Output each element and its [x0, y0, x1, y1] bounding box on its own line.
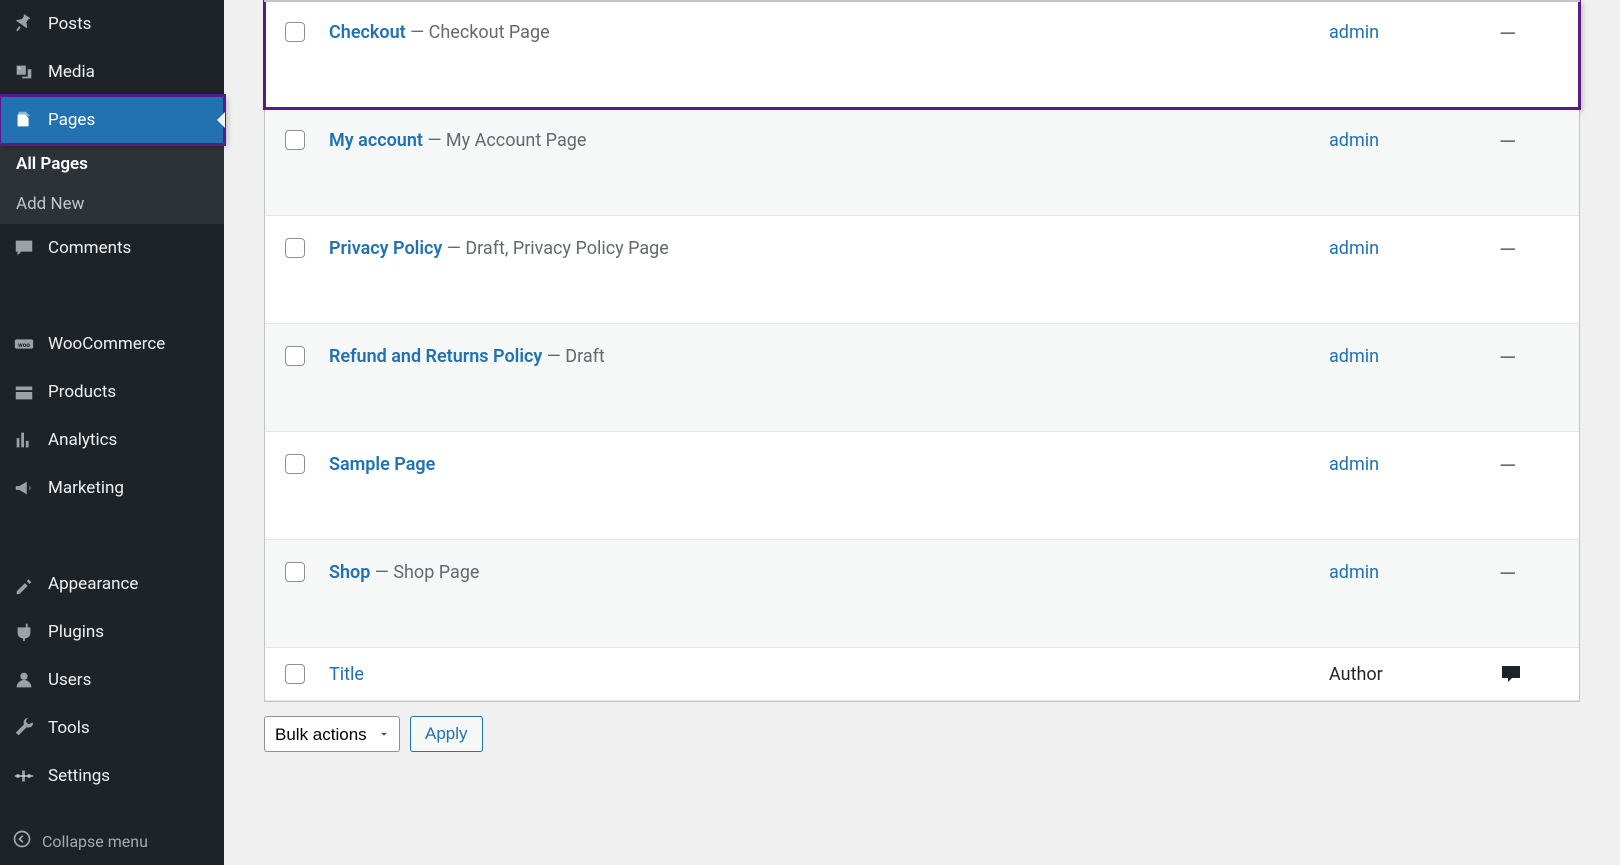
comments-dash: —	[1499, 22, 1516, 47]
sidebar-label: Appearance	[48, 574, 138, 594]
sidebar-label: Plugins	[48, 622, 104, 642]
sidebar-item-comments[interactable]: Comments	[0, 224, 224, 272]
sidebar-label: Products	[48, 382, 116, 402]
comments-dash: —	[1499, 346, 1516, 371]
table-row[interactable]: Refund and Returns Policy — Draft admin …	[265, 324, 1579, 432]
sidebar-label: WooCommerce	[48, 334, 165, 354]
row-checkbox[interactable]	[285, 454, 305, 474]
comments-dash: —	[1499, 562, 1516, 587]
admin-sidebar: Posts Media Pages All Pages Add New Comm…	[0, 0, 224, 865]
woocommerce-icon: woo	[12, 332, 36, 356]
users-icon	[12, 668, 36, 692]
sidebar-item-plugins[interactable]: Plugins	[0, 608, 224, 656]
sidebar-item-settings[interactable]: Settings	[0, 752, 224, 800]
sidebar-item-marketing[interactable]: Marketing	[0, 464, 224, 512]
sidebar-label: Analytics	[48, 430, 117, 450]
column-title-sort[interactable]: Title	[329, 664, 364, 685]
sidebar-subitem-all-pages[interactable]: All Pages	[0, 144, 224, 184]
marketing-icon	[12, 476, 36, 500]
bulk-actions-select[interactable]: Bulk actions	[264, 716, 400, 752]
pages-icon	[12, 108, 36, 132]
pin-icon	[12, 12, 36, 36]
page-title-suffix: — My Account Page	[423, 130, 586, 151]
page-title-suffix: — Shop Page	[370, 562, 479, 583]
analytics-icon	[12, 428, 36, 452]
page-title-link[interactable]: Shop	[329, 562, 370, 583]
sidebar-item-media[interactable]: Media	[0, 48, 224, 96]
sidebar-separator	[0, 272, 224, 320]
settings-icon	[12, 764, 36, 788]
page-title-link[interactable]: My account	[329, 130, 423, 151]
svg-text:woo: woo	[18, 341, 30, 349]
sidebar-item-products[interactable]: Products	[0, 368, 224, 416]
column-comments-icon[interactable]	[1499, 662, 1559, 686]
sidebar-item-pages[interactable]: Pages	[0, 96, 224, 144]
page-title-suffix: — Checkout Page	[406, 22, 550, 43]
row-checkbox[interactable]	[285, 130, 305, 150]
table-row[interactable]: Sample Page admin —	[265, 432, 1579, 540]
sidebar-separator	[0, 512, 224, 560]
tools-icon	[12, 716, 36, 740]
appearance-icon	[12, 572, 36, 596]
sidebar-label: Media	[48, 62, 95, 82]
row-checkbox[interactable]	[285, 562, 305, 582]
row-checkbox[interactable]	[285, 238, 305, 258]
sidebar-item-woocommerce[interactable]: woo WooCommerce	[0, 320, 224, 368]
sidebar-subitem-add-new[interactable]: Add New	[0, 184, 224, 224]
column-author-label: Author	[1329, 664, 1383, 685]
author-link[interactable]: admin	[1329, 562, 1379, 583]
page-title-suffix: — Draft	[542, 346, 604, 367]
sidebar-item-tools[interactable]: Tools	[0, 704, 224, 752]
page-title-suffix: — Draft, Privacy Policy Page	[442, 238, 668, 259]
sidebar-item-users[interactable]: Users	[0, 656, 224, 704]
sidebar-label: Marketing	[48, 478, 124, 498]
table-row[interactable]: Checkout — Checkout Page admin —	[265, 0, 1579, 108]
sidebar-item-posts[interactable]: Posts	[0, 0, 224, 48]
plugins-icon	[12, 620, 36, 644]
row-checkbox[interactable]	[285, 22, 305, 42]
table-footer: Title Author	[265, 648, 1579, 701]
comments-dash: —	[1499, 238, 1516, 263]
collapse-icon	[12, 829, 32, 853]
products-icon	[12, 380, 36, 404]
table-row[interactable]: My account — My Account Page admin —	[265, 108, 1579, 216]
author-link[interactable]: admin	[1329, 130, 1379, 151]
collapse-menu-button[interactable]: Collapse menu	[0, 817, 224, 865]
page-title-link[interactable]: Refund and Returns Policy	[329, 346, 542, 367]
page-title-link[interactable]: Sample Page	[329, 454, 435, 475]
sidebar-label: Tools	[48, 718, 90, 738]
sidebar-menu: Posts Media Pages All Pages Add New Comm…	[0, 0, 224, 800]
table-row[interactable]: Privacy Policy — Draft, Privacy Policy P…	[265, 216, 1579, 324]
comments-icon	[12, 236, 36, 260]
sidebar-label: Comments	[48, 238, 131, 258]
author-link[interactable]: admin	[1329, 454, 1379, 475]
page-title-link[interactable]: Privacy Policy	[329, 238, 442, 259]
table-row[interactable]: Shop — Shop Page admin —	[265, 540, 1579, 648]
bulk-actions-bar: Bulk actions Apply	[264, 716, 1580, 752]
apply-button[interactable]: Apply	[410, 716, 483, 752]
author-link[interactable]: admin	[1329, 22, 1379, 43]
comments-dash: —	[1499, 454, 1516, 479]
sidebar-item-appearance[interactable]: Appearance	[0, 560, 224, 608]
media-icon	[12, 60, 36, 84]
sidebar-label: Settings	[48, 766, 110, 786]
sidebar-label: Posts	[48, 14, 91, 34]
sidebar-label: Pages	[48, 110, 95, 130]
main-content: Checkout — Checkout Page admin — My acco…	[224, 0, 1620, 865]
select-all-checkbox[interactable]	[285, 664, 305, 684]
sidebar-item-analytics[interactable]: Analytics	[0, 416, 224, 464]
author-link[interactable]: admin	[1329, 346, 1379, 367]
sidebar-submenu-pages: All Pages Add New	[0, 144, 224, 224]
page-title-link[interactable]: Checkout	[329, 22, 406, 43]
pages-table: Checkout — Checkout Page admin — My acco…	[264, 0, 1580, 702]
collapse-label: Collapse menu	[42, 832, 148, 851]
author-link[interactable]: admin	[1329, 238, 1379, 259]
sidebar-label: Users	[48, 670, 91, 690]
comments-dash: —	[1499, 130, 1516, 155]
row-checkbox[interactable]	[285, 346, 305, 366]
